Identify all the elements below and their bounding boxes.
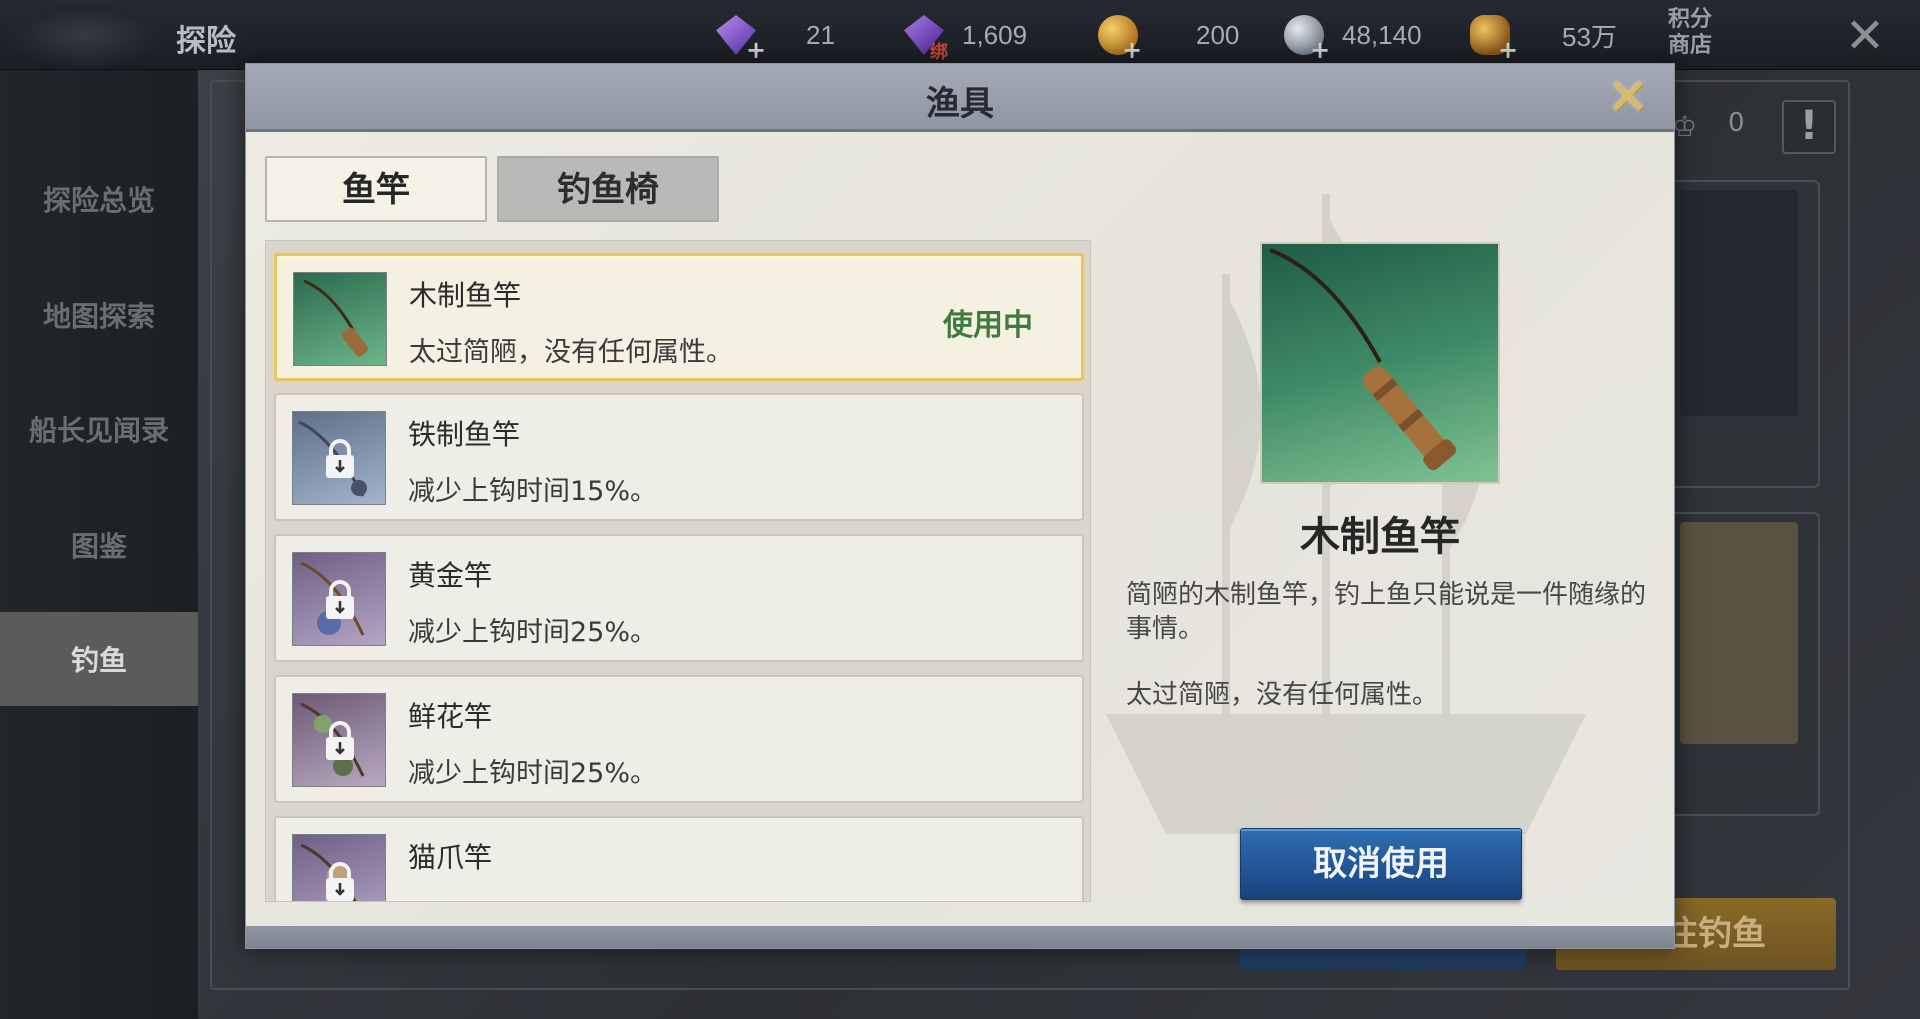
rod-item-wooden[interactable]: 木制鱼竿 太过简陋，没有任何属性。 使用中 <box>274 253 1084 381</box>
flower-rod-icon <box>292 693 386 787</box>
compass-emblem-icon <box>10 4 160 66</box>
crown-count: 0 <box>1728 108 1745 138</box>
top-bar: 探险 21 + 1,609 绑 200 + 48,140 + 53万 + 积分商… <box>0 0 1920 70</box>
lock-icon <box>326 580 354 619</box>
dialog-footer <box>246 926 1674 948</box>
rod-list[interactable]: 木制鱼竿 太过简陋，没有任何属性。 使用中 铁制鱼竿 减少上钩时间15%。 黄金… <box>265 240 1091 902</box>
currency-gold-coin[interactable]: 200 <box>1098 12 1239 58</box>
currency-value: 1,609 <box>962 19 1028 50</box>
alert-icon[interactable]: ! <box>1782 100 1836 154</box>
lock-icon <box>326 721 354 760</box>
sidebar-item-fishing[interactable]: 钓鱼 <box>0 612 198 706</box>
detail-attribute: 太过简陋，没有任何属性。 <box>1126 680 1439 710</box>
close-icon[interactable]: ✕ <box>1842 12 1888 60</box>
points-shop-button[interactable]: 积分商店 <box>1662 6 1718 62</box>
rod-name: 鲜花竿 <box>408 700 493 733</box>
background-cards <box>1670 180 1820 860</box>
tab-fishing-chair[interactable]: 钓鱼椅 <box>497 156 719 222</box>
cat-paw-rod-icon <box>292 834 386 901</box>
rod-description: 减少上钩时间25%。 <box>408 617 658 648</box>
rod-name: 黄金竿 <box>408 559 493 592</box>
dialog-title: 渔具 <box>926 84 994 124</box>
in-use-badge: 使用中 <box>943 308 1033 343</box>
background-card <box>1670 512 1820 816</box>
rod-item-iron[interactable]: 铁制鱼竿 减少上钩时间15%。 <box>274 393 1084 521</box>
cancel-use-button[interactable]: 取消使用 <box>1240 828 1522 900</box>
rod-description: 减少上钩时间25%。 <box>408 758 658 789</box>
lock-icon <box>326 439 354 478</box>
sidebar-item-overview[interactable]: 探险总览 <box>0 152 198 246</box>
sidebar-item-codex[interactable]: 图鉴 <box>0 498 198 592</box>
dialog-header: 渔具 ✕ <box>246 64 1674 132</box>
currency-purple-gem[interactable]: 21 <box>716 12 835 58</box>
crown-icon: ♔ <box>1672 110 1698 143</box>
rod-name: 铁制鱼竿 <box>408 418 521 451</box>
wooden-rod-icon <box>293 272 387 366</box>
wooden-rod-preview-icon <box>1260 242 1500 484</box>
page-title: 探险 <box>176 24 236 59</box>
iron-rod-icon <box>292 411 386 505</box>
currency-coin-stack[interactable]: 53万 <box>1470 12 1617 58</box>
golden-rod-icon <box>292 552 386 646</box>
tab-fishing-rod[interactable]: 鱼竿 <box>265 156 487 222</box>
rod-description: 减少上钩时间15%。 <box>408 476 658 507</box>
close-icon[interactable]: ✕ <box>1604 72 1652 122</box>
add-gold-icon[interactable]: + <box>1122 36 1142 64</box>
add-coin-icon[interactable]: + <box>1498 36 1518 64</box>
detail-title: 木制鱼竿 <box>1300 513 1460 560</box>
bound-badge: 绑 <box>930 42 948 63</box>
rod-item-golden[interactable]: 黄金竿 减少上钩时间25%。 <box>274 534 1084 662</box>
rod-name: 木制鱼竿 <box>409 279 522 312</box>
currency-silver-coin[interactable]: 48,140 <box>1284 12 1422 58</box>
currency-value: 200 <box>1196 19 1240 50</box>
currency-value: 48,140 <box>1342 19 1422 50</box>
rod-description: 太过简陋，没有任何属性。 <box>409 337 733 368</box>
rod-item-flower[interactable]: 鲜花竿 减少上钩时间25%。 <box>274 675 1084 803</box>
sidebar: 探险总览 地图探索 船长见闻录 图鉴 钓鱼 <box>0 70 198 1019</box>
add-gem-icon[interactable]: + <box>746 36 766 64</box>
currency-value: 21 <box>806 19 835 50</box>
background-card <box>1670 180 1820 488</box>
sidebar-item-captain-log[interactable]: 船长见闻录 <box>0 382 198 476</box>
detail-description: 简陋的木制鱼竿，钓上鱼只能说是一件随缘的事情。 <box>1126 580 1647 644</box>
currency-value: 53万 <box>1562 21 1617 52</box>
sidebar-item-map[interactable]: 地图探索 <box>0 268 198 362</box>
tackle-dialog: 渔具 ✕ 鱼竿 钓鱼椅 木制鱼竿 太过简陋，没有任何属性。 使用中 铁制鱼竿 减… <box>245 63 1675 949</box>
lock-icon <box>326 862 354 901</box>
add-silver-icon[interactable]: + <box>1310 36 1330 64</box>
rod-item-cat-paw[interactable]: 猫爪竿 <box>274 816 1084 901</box>
rod-name: 猫爪竿 <box>408 841 493 874</box>
currency-bound-gem[interactable]: 1,609 <box>904 12 1027 58</box>
